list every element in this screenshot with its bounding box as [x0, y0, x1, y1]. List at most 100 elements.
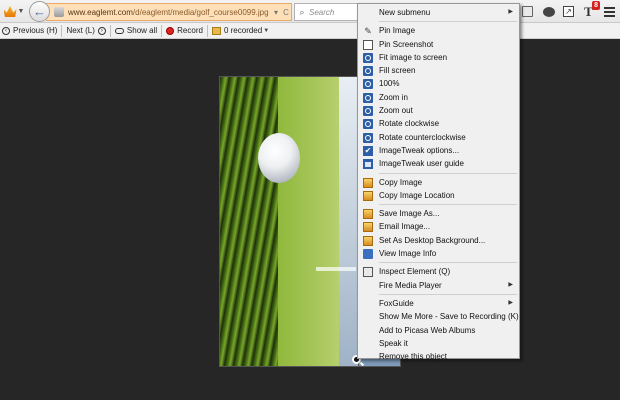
- reload-icon[interactable]: C: [281, 8, 291, 17]
- menu-item-label: Pin Screenshot: [379, 39, 434, 49]
- info-icon: [363, 249, 373, 260]
- submenu-arrow-icon: ▶: [508, 9, 513, 15]
- menu-item[interactable]: FoxGuide ▶: [358, 297, 519, 310]
- next-label: Next (L): [66, 26, 95, 35]
- menu-item-label: Zoom out: [379, 106, 413, 116]
- menu-item-label: 100%: [379, 79, 400, 89]
- menu-item-label: Inspect Element (Q): [379, 267, 451, 277]
- menu-item[interactable]: Email Image...: [358, 220, 519, 233]
- url-dropmarker-icon[interactable]: ▾: [271, 8, 281, 17]
- record-icon: [166, 26, 175, 35]
- menu-separator: [379, 172, 517, 174]
- previous-button[interactable]: ‹ Previous (H): [0, 23, 59, 39]
- next-button[interactable]: Next (L) ›: [64, 23, 107, 39]
- record-label: Record: [177, 26, 203, 35]
- menu-item[interactable]: Pin Screenshot: [358, 38, 519, 51]
- record-button[interactable]: Record: [164, 23, 205, 39]
- rotate-icon: [363, 132, 373, 143]
- menu-item[interactable]: Copy Image Location: [358, 189, 519, 202]
- submenu-arrow-icon: ▶: [508, 299, 513, 306]
- chevron-down-icon: ▼: [263, 27, 270, 34]
- url-bar[interactable]: www.eaglemt.com/d/eaglemt/media/golf_cou…: [46, 3, 292, 21]
- search-box[interactable]: ⌕ Search: [294, 3, 364, 21]
- hamburger-line: [604, 10, 615, 13]
- menu-item[interactable]: Fire Media Player ▶: [358, 279, 519, 292]
- previous-icon: ‹: [2, 26, 10, 35]
- menu-item-label: Zoom in: [379, 92, 408, 102]
- menu-item-label: FoxGuide: [379, 298, 414, 308]
- menu-item-label: Email Image...: [379, 222, 431, 232]
- menu-item-label: Add to Picasa Web Albums: [379, 325, 476, 335]
- image-icon: [363, 190, 373, 201]
- menu-item[interactable]: Set As Desktop Background...: [358, 234, 519, 247]
- zoom-icon: [363, 79, 373, 90]
- inspect-icon: [363, 267, 373, 278]
- navigation-toolbar: ▼ www.eaglemt.com/d/eaglemt/media/golf_c…: [0, 0, 620, 23]
- menu-item[interactable]: ✔ ImageTweak options...: [358, 144, 519, 157]
- menu-item-label: Speak it: [379, 338, 408, 348]
- show-all-label: Show all: [126, 26, 158, 35]
- menu-item[interactable]: ImageTweak user guide: [358, 157, 519, 170]
- chat-bubble-icon: [542, 6, 555, 17]
- menu-item-label: Fire Media Player: [379, 280, 442, 290]
- recorded-dropdown[interactable]: 0 recorded ▼: [210, 23, 271, 39]
- menu-item-label: Save Image As...: [379, 209, 440, 219]
- back-button[interactable]: ←: [29, 1, 50, 22]
- menu-item[interactable]: Show Me More - Save to Recording (K): [358, 310, 519, 323]
- flag-pin: [316, 267, 356, 271]
- submenu-arrow-icon: ▶: [508, 281, 513, 288]
- menu-item[interactable]: Remove this object: [358, 350, 519, 363]
- next-icon: ›: [97, 26, 106, 35]
- chat-button[interactable]: [541, 4, 556, 19]
- zoom-icon: [363, 106, 373, 117]
- edit-icon: ↗: [563, 6, 574, 17]
- menu-separator: [379, 204, 517, 206]
- notification-badge: 8: [592, 1, 600, 10]
- menu-item-label: New submenu: [379, 8, 431, 17]
- menu-item[interactable]: New submenu ▶: [358, 6, 519, 19]
- menu-item[interactable]: Inspect Element (Q): [358, 265, 519, 278]
- rotate-icon: [363, 119, 373, 130]
- text-tool-button[interactable]: T 8: [581, 1, 600, 19]
- search-icon: ⌕: [299, 6, 305, 17]
- menu-item[interactable]: 100%: [358, 77, 519, 90]
- menu-item-label: Rotate counterclockwise: [379, 132, 466, 142]
- menu-item-label: Show Me More - Save to Recording (K): [379, 312, 519, 322]
- menu-item[interactable]: Fill screen: [358, 64, 519, 77]
- menu-item[interactable]: Rotate clockwise: [358, 117, 519, 130]
- site-identity-icon[interactable]: [54, 7, 64, 17]
- menu-item-label: ImageTweak user guide: [379, 159, 464, 169]
- bookmarks-icon: [522, 6, 533, 17]
- search-placeholder: Search: [309, 7, 335, 17]
- menu-item[interactable]: Save Image As...: [358, 207, 519, 220]
- menu-item[interactable]: Rotate counterclockwise: [358, 131, 519, 144]
- menu-separator: [379, 21, 517, 23]
- sky-strip: [338, 77, 358, 366]
- bookmarks-button[interactable]: [520, 4, 535, 19]
- zoom-icon: [363, 52, 373, 63]
- menu-item[interactable]: Add to Picasa Web Albums: [358, 324, 519, 337]
- menu-item[interactable]: Zoom out: [358, 104, 519, 117]
- golf-ball: [258, 133, 300, 183]
- screenshot-icon: [363, 39, 373, 50]
- recorded-label: 0 recorded: [223, 26, 263, 35]
- show-all-button[interactable]: Show all: [113, 23, 159, 39]
- menu-item-label: View Image Info: [379, 249, 437, 259]
- zoom-icon: [363, 92, 373, 103]
- menu-item[interactable]: Zoom in: [358, 91, 519, 104]
- golf-course-image[interactable]: [219, 76, 359, 367]
- show-all-icon: [114, 27, 124, 34]
- menu-item-label: Fill screen: [379, 66, 416, 76]
- url-path: /d/eaglemt/media/golf_course0099.jpg: [132, 7, 269, 17]
- checkmark-icon: ✔: [363, 145, 373, 156]
- menu-button[interactable]: [602, 4, 617, 19]
- menu-item[interactable]: ✎ Pin Image: [358, 24, 519, 37]
- edit-button[interactable]: ↗: [561, 4, 576, 19]
- url-text[interactable]: www.eaglemt.com/d/eaglemt/media/golf_cou…: [68, 8, 271, 17]
- toolbar-right-icons: ↗ T 8: [520, 1, 620, 22]
- menu-item[interactable]: Speak it: [358, 337, 519, 350]
- menu-item[interactable]: Fit image to screen: [358, 51, 519, 64]
- menu-item[interactable]: View Image Info: [358, 247, 519, 260]
- firefox-menu-button[interactable]: ▼: [2, 3, 26, 20]
- menu-item[interactable]: Copy Image: [358, 176, 519, 189]
